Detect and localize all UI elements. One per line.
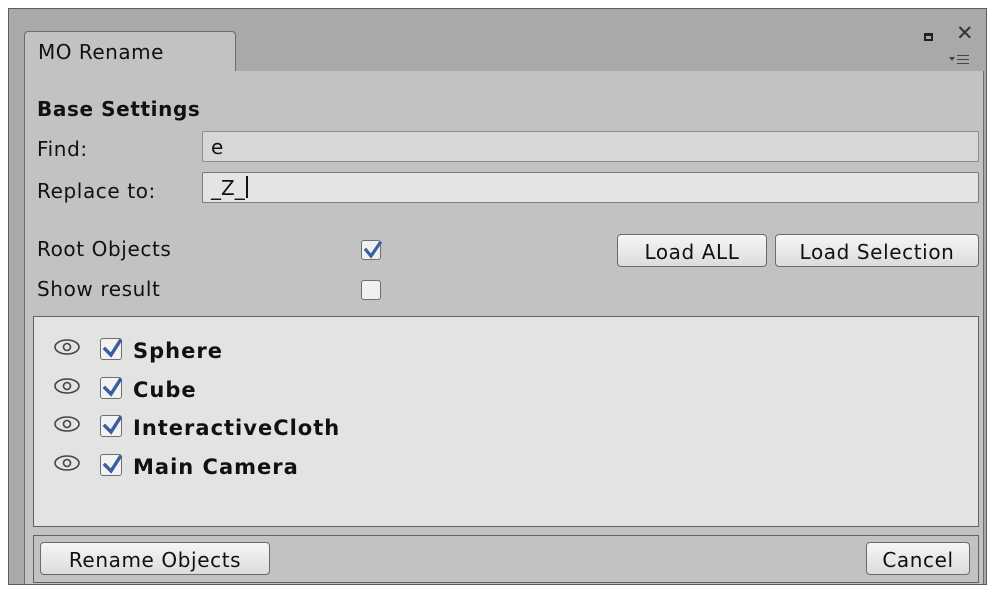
checkmark-icon [102,338,123,358]
text-caret [245,176,248,198]
show-result-label: Show result [37,277,161,301]
eye-icon[interactable] [52,337,82,357]
item-name: Main Camera [133,455,299,479]
find-label: Find: [37,137,88,161]
checkmark-icon [102,415,123,435]
checkmark-icon [363,240,383,259]
eye-icon[interactable] [52,453,82,473]
show-result-checkbox[interactable] [361,280,381,300]
replace-field[interactable]: _Z_ [202,172,979,203]
rename-objects-button[interactable]: Rename Objects [40,542,270,575]
item-checkbox[interactable] [100,338,123,360]
object-list[interactable]: Sphere Cube InteractiveCloth Main Camera [33,316,979,527]
list-item[interactable]: Sphere [34,333,978,371]
tab-bar: MO Rename ✕ [9,9,986,71]
item-checkbox[interactable] [100,377,123,399]
item-checkbox[interactable] [100,454,123,476]
close-icon[interactable]: ✕ [956,23,974,44]
mo-rename-window: MO Rename ✕ Base Settings Find: e Replac… [8,8,987,585]
eye-icon[interactable] [52,376,82,396]
list-item[interactable]: InteractiveCloth [34,410,978,448]
load-all-button[interactable]: Load ALL [617,234,767,267]
section-title-base-settings: Base Settings [37,97,201,121]
root-objects-label: Root Objects [37,237,172,261]
item-name: Sphere [133,339,223,363]
find-field[interactable]: e [202,131,979,162]
tab-mo-rename[interactable]: MO Rename [24,31,236,71]
replace-field-value: _Z_ [211,176,245,200]
find-field-value: e [211,135,224,159]
item-checkbox[interactable] [100,415,123,437]
checkmark-icon [102,454,123,474]
list-item[interactable]: Main Camera [34,449,978,487]
item-name: Cube [133,378,197,402]
eye-icon[interactable] [52,414,82,434]
footer-bar: Rename Objects Cancel [33,535,979,583]
checkmark-icon [102,377,123,397]
window-content: Base Settings Find: e Replace to: _Z_ Ro… [24,71,984,584]
replace-label: Replace to: [37,179,156,203]
load-selection-button[interactable]: Load Selection [775,234,979,267]
tab-menu-icon[interactable] [949,53,971,67]
list-item[interactable]: Cube [34,372,978,410]
maximize-icon[interactable] [924,33,933,41]
item-name: InteractiveCloth [133,416,341,440]
root-objects-checkbox[interactable] [361,240,383,260]
cancel-button[interactable]: Cancel [866,542,970,575]
